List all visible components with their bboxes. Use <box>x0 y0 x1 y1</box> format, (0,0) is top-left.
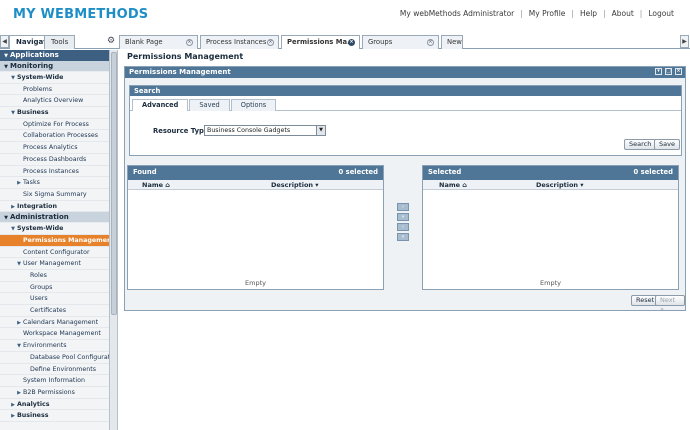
nav-user-management[interactable]: ▼ User Management <box>0 258 109 270</box>
nav-analytics-overview[interactable]: Analytics Overview <box>0 95 109 108</box>
selected-column-header: Name ⌂ Description ▾ <box>423 180 678 190</box>
help-link[interactable]: Help <box>574 9 603 18</box>
nav-define-environments[interactable]: Define Environments <box>0 364 109 376</box>
found-column-header: Name ⌂ Description ▾ <box>128 180 383 190</box>
next-button[interactable]: Next » <box>655 295 685 313</box>
found-header: Found 0 selected <box>128 166 383 180</box>
search-button[interactable]: Search <box>624 139 657 150</box>
close-icon[interactable]: × <box>427 39 434 46</box>
nav-process-analytics[interactable]: Process Analytics <box>0 142 109 154</box>
nav-problems[interactable]: Problems <box>0 84 109 96</box>
tab-row: ◀ Navigate Tools ⚙ Blank Page × Process I… <box>0 33 690 49</box>
nav-applications[interactable]: ▼ Applications <box>0 50 109 61</box>
nav-groups[interactable]: Groups <box>0 282 109 294</box>
nav-system-information[interactable]: System Information <box>0 375 109 387</box>
nav-tasks[interactable]: ▶ Tasks <box>0 177 109 189</box>
top-links: My webMethods Administrator | My Profile |… <box>394 9 680 18</box>
move-right-icon[interactable]: › <box>397 203 409 211</box>
chevron-down-icon[interactable]: ▾ <box>655 68 662 75</box>
tab-tools[interactable]: Tools <box>44 35 76 49</box>
nav-collaboration-processes[interactable]: Collaboration Processes <box>0 130 109 143</box>
logout-link[interactable]: Logout <box>642 9 680 18</box>
maximize-icon[interactable]: □ <box>665 68 672 75</box>
tab-groups[interactable]: Groups × <box>362 35 439 49</box>
found-col-name[interactable]: Name ⌂ <box>142 180 170 190</box>
nav-business-2[interactable]: ▶ Business <box>0 410 109 422</box>
sidebar: ▼ Applications ▼ Monitoring ▼ System-Wide P… <box>0 50 110 430</box>
nav-monitoring[interactable]: ▼ Monitoring <box>0 61 109 72</box>
nav-administration[interactable]: ▼ Administration <box>0 212 109 224</box>
close-icon[interactable]: × <box>675 68 682 75</box>
save-button[interactable]: Save <box>654 139 680 150</box>
found-empty: Empty <box>245 279 266 287</box>
selected-panel: Selected 0 selected Name ⌂ Description ▾… <box>422 165 679 290</box>
move-all-right-icon[interactable]: » <box>397 213 409 221</box>
move-all-left-icon[interactable]: « <box>397 233 409 241</box>
selected-count: 0 selected <box>633 168 673 176</box>
nav-environments[interactable]: ▼ Environments <box>0 340 109 352</box>
nav-process-instances[interactable]: Process Instances <box>0 166 109 178</box>
nav-calendars-management[interactable]: ▶ Calendars Management <box>0 317 109 329</box>
selected-empty: Empty <box>540 279 561 287</box>
nav-certificates[interactable]: Certificates <box>0 305 109 317</box>
found-panel: Found 0 selected Name ⌂ Description ▾ Em… <box>127 165 384 290</box>
tab-saved[interactable]: Saved <box>189 99 230 111</box>
selected-col-description[interactable]: Description ▾ <box>536 180 584 190</box>
nav-monitoring-system-wide[interactable]: ▼ System-Wide <box>0 72 109 84</box>
nav-admin-system-wide[interactable]: ▼ System-Wide <box>0 223 109 235</box>
nav-optimize-for-process[interactable]: Optimize For Process <box>0 119 109 131</box>
tab-new[interactable]: New <box>441 35 463 49</box>
nav-roles[interactable]: Roles <box>0 270 109 282</box>
resource-type-select[interactable]: Business Console Gadgets ▼ <box>204 125 326 136</box>
tab-permissions[interactable]: Permissions Ma... × <box>281 35 360 49</box>
main-content: Permissions Management Permissions Manag… <box>119 50 690 430</box>
app-logo: MY WEBMETHODS <box>13 7 149 22</box>
my-profile-link[interactable]: My Profile <box>523 9 572 18</box>
nav-analytics[interactable]: ▶ Analytics <box>0 399 109 411</box>
sidebar-scroll-thumb[interactable] <box>111 52 117 315</box>
nav-integration[interactable]: ▶ Integration <box>0 201 109 213</box>
resource-type-label: Resource Type: <box>153 127 212 135</box>
gear-icon[interactable]: ⚙ <box>107 36 115 46</box>
found-col-description[interactable]: Description ▾ <box>271 180 319 190</box>
admin-link[interactable]: My webMethods Administrator <box>394 9 520 18</box>
nav-content-configurator[interactable]: Content Configurator <box>0 247 109 259</box>
close-icon[interactable]: × <box>348 39 355 46</box>
nav-process-dashboards[interactable]: Process Dashboards <box>0 154 109 166</box>
tab-process-instances[interactable]: Process Instances × <box>200 35 279 49</box>
nav-business[interactable]: ▼ Business <box>0 107 109 119</box>
search-header: Search <box>130 86 681 96</box>
nav-workspace-management[interactable]: Workspace Management <box>0 328 109 341</box>
found-count: 0 selected <box>338 168 378 176</box>
selected-col-name[interactable]: Name ⌂ <box>439 180 467 190</box>
portlet-header: Permissions Management ▾ □ × <box>125 67 685 78</box>
nav-database-pool-configuration[interactable]: Database Pool Configuration <box>0 352 109 364</box>
tab-blank-page[interactable]: Blank Page × <box>119 35 198 49</box>
collapse-left-icon[interactable]: ◀ <box>0 35 9 48</box>
tab-options[interactable]: Options <box>230 99 277 111</box>
permissions-portlet: Permissions Management ▾ □ × Search Adva… <box>124 66 686 313</box>
move-left-icon[interactable]: ‹ <box>397 223 409 231</box>
nav-users[interactable]: Users <box>0 293 109 306</box>
close-icon[interactable]: × <box>267 39 274 46</box>
search-panel: Search Advanced Saved Options Resource T… <box>129 85 682 156</box>
nav-permissions-management[interactable]: Permissions Management <box>0 234 109 247</box>
nav-b2b-permissions[interactable]: ▶ B2B Permissions <box>0 387 109 399</box>
tab-advanced[interactable]: Advanced <box>132 99 189 111</box>
page-title: Permissions Management <box>127 52 244 61</box>
chevron-down-icon: ▼ <box>316 126 325 135</box>
selected-header: Selected 0 selected <box>423 166 678 180</box>
scroll-right-icon[interactable]: ▶ <box>680 35 689 48</box>
sidebar-scrollbar[interactable] <box>110 50 118 430</box>
top-bar: MY WEBMETHODS My webMethods Administrato… <box>0 0 690 30</box>
close-icon[interactable]: × <box>186 39 193 46</box>
nav-six-sigma-summary[interactable]: Six Sigma Summary <box>0 189 109 201</box>
about-link[interactable]: About <box>606 9 640 18</box>
